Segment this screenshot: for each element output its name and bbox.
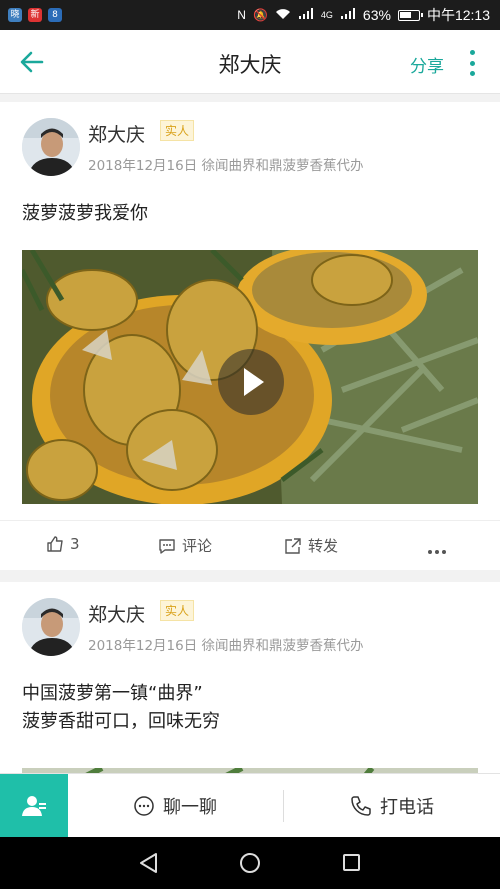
status-bar: 晓 新 8 N 🔕 4G 63% 中午12:13 xyxy=(0,0,500,30)
nav-recents-icon[interactable] xyxy=(343,854,360,871)
forward-button[interactable]: 转发 xyxy=(284,535,338,556)
post-card: 郑大庆 实人 2018年12月16日 徐闻曲界和鼎菠萝香蕉代办 菠萝菠萝我爱你 xyxy=(0,102,500,570)
share-out-icon xyxy=(285,537,301,554)
chat-label: 聊一聊 xyxy=(163,797,217,818)
post-actions: 3 评论 转发 xyxy=(0,520,500,570)
post-feed[interactable]: 郑大庆 实人 2018年12月16日 徐闻曲界和鼎菠萝香蕉代办 菠萝菠萝我爱你 xyxy=(0,102,500,773)
post-text-line: 中国菠萝第一镇“曲界” xyxy=(22,683,203,704)
ellipsis-icon[interactable] xyxy=(428,543,446,561)
like-button[interactable]: 3 xyxy=(46,535,80,553)
post-meta: 2018年12月16日 徐闻曲界和鼎菠萝香蕉代办 xyxy=(88,154,364,174)
verified-badge: 实人 xyxy=(160,600,195,621)
battery-percent: 63% xyxy=(362,7,391,23)
play-icon[interactable] xyxy=(218,349,284,415)
post-card: 郑大庆 实人 2018年12月16日 徐闻曲界和鼎菠萝香蕉代办 中国菠萝第一镇“… xyxy=(0,582,500,773)
nav-home-icon[interactable] xyxy=(240,853,260,873)
back-arrow-icon[interactable] xyxy=(18,48,46,76)
post-location: 徐闻曲界和鼎菠萝香蕉代办 xyxy=(201,158,364,174)
mute-icon: 🔕 xyxy=(252,8,268,22)
nav-back-icon[interactable] xyxy=(138,852,158,874)
video-thumbnail[interactable] xyxy=(22,250,478,504)
more-vertical-icon[interactable] xyxy=(468,50,476,76)
call-button[interactable]: 打电话 xyxy=(284,774,500,838)
post-text-line: 菠萝菠萝我爱你 xyxy=(22,203,148,224)
user-icon xyxy=(22,796,46,816)
post-author[interactable]: 郑大庆 xyxy=(88,600,145,627)
contact-button[interactable] xyxy=(0,774,68,838)
app-notification-icon: 8 xyxy=(48,8,62,22)
post-location: 徐闻曲界和鼎菠萝香蕉代办 xyxy=(201,638,364,654)
post-author[interactable]: 郑大庆 xyxy=(88,120,145,147)
comment-label: 评论 xyxy=(182,537,213,555)
chat-bubble-icon xyxy=(134,796,154,816)
clock: 中午12:13 xyxy=(426,7,490,23)
avatar[interactable] xyxy=(22,118,80,176)
network-type: 4G xyxy=(320,10,333,20)
verified-badge: 实人 xyxy=(160,120,195,141)
post-text-line: 菠萝香甜可口，回味无穷 xyxy=(22,711,220,732)
chat-button[interactable]: 聊一聊 xyxy=(68,774,282,838)
system-nav-bar xyxy=(0,837,500,889)
share-button[interactable]: 分享 xyxy=(410,52,444,77)
post-text: 菠萝菠萝我爱你 xyxy=(0,190,500,228)
wifi-icon xyxy=(275,8,291,23)
comment-icon xyxy=(159,538,175,554)
battery-icon xyxy=(397,9,423,21)
notification-icons: 晓 新 8 xyxy=(8,8,62,22)
app-notification-icon: 新 xyxy=(28,8,42,22)
post-text: 中国菠萝第一镇“曲界” 菠萝香甜可口，回味无穷 xyxy=(0,670,500,736)
app-notification-icon: 晓 xyxy=(8,8,22,22)
post-meta: 2018年12月16日 徐闻曲界和鼎菠萝香蕉代办 xyxy=(88,634,364,654)
thumbs-up-icon xyxy=(47,536,63,552)
forward-label: 转发 xyxy=(308,537,339,555)
battery-level xyxy=(399,11,411,18)
signal-icon xyxy=(298,7,314,23)
post-date: 2018年12月16日 xyxy=(88,158,198,174)
app-header: 郑大庆 分享 xyxy=(0,30,500,94)
bottom-action-bar: 聊一聊 打电话 xyxy=(0,773,500,838)
nfc-icon: N xyxy=(237,8,246,22)
phone-icon xyxy=(351,796,371,816)
post-date: 2018年12月16日 xyxy=(88,638,198,654)
signal-icon xyxy=(340,7,356,23)
like-count: 3 xyxy=(70,535,80,553)
call-label: 打电话 xyxy=(380,797,434,818)
comment-button[interactable]: 评论 xyxy=(158,535,212,556)
avatar[interactable] xyxy=(22,598,80,656)
